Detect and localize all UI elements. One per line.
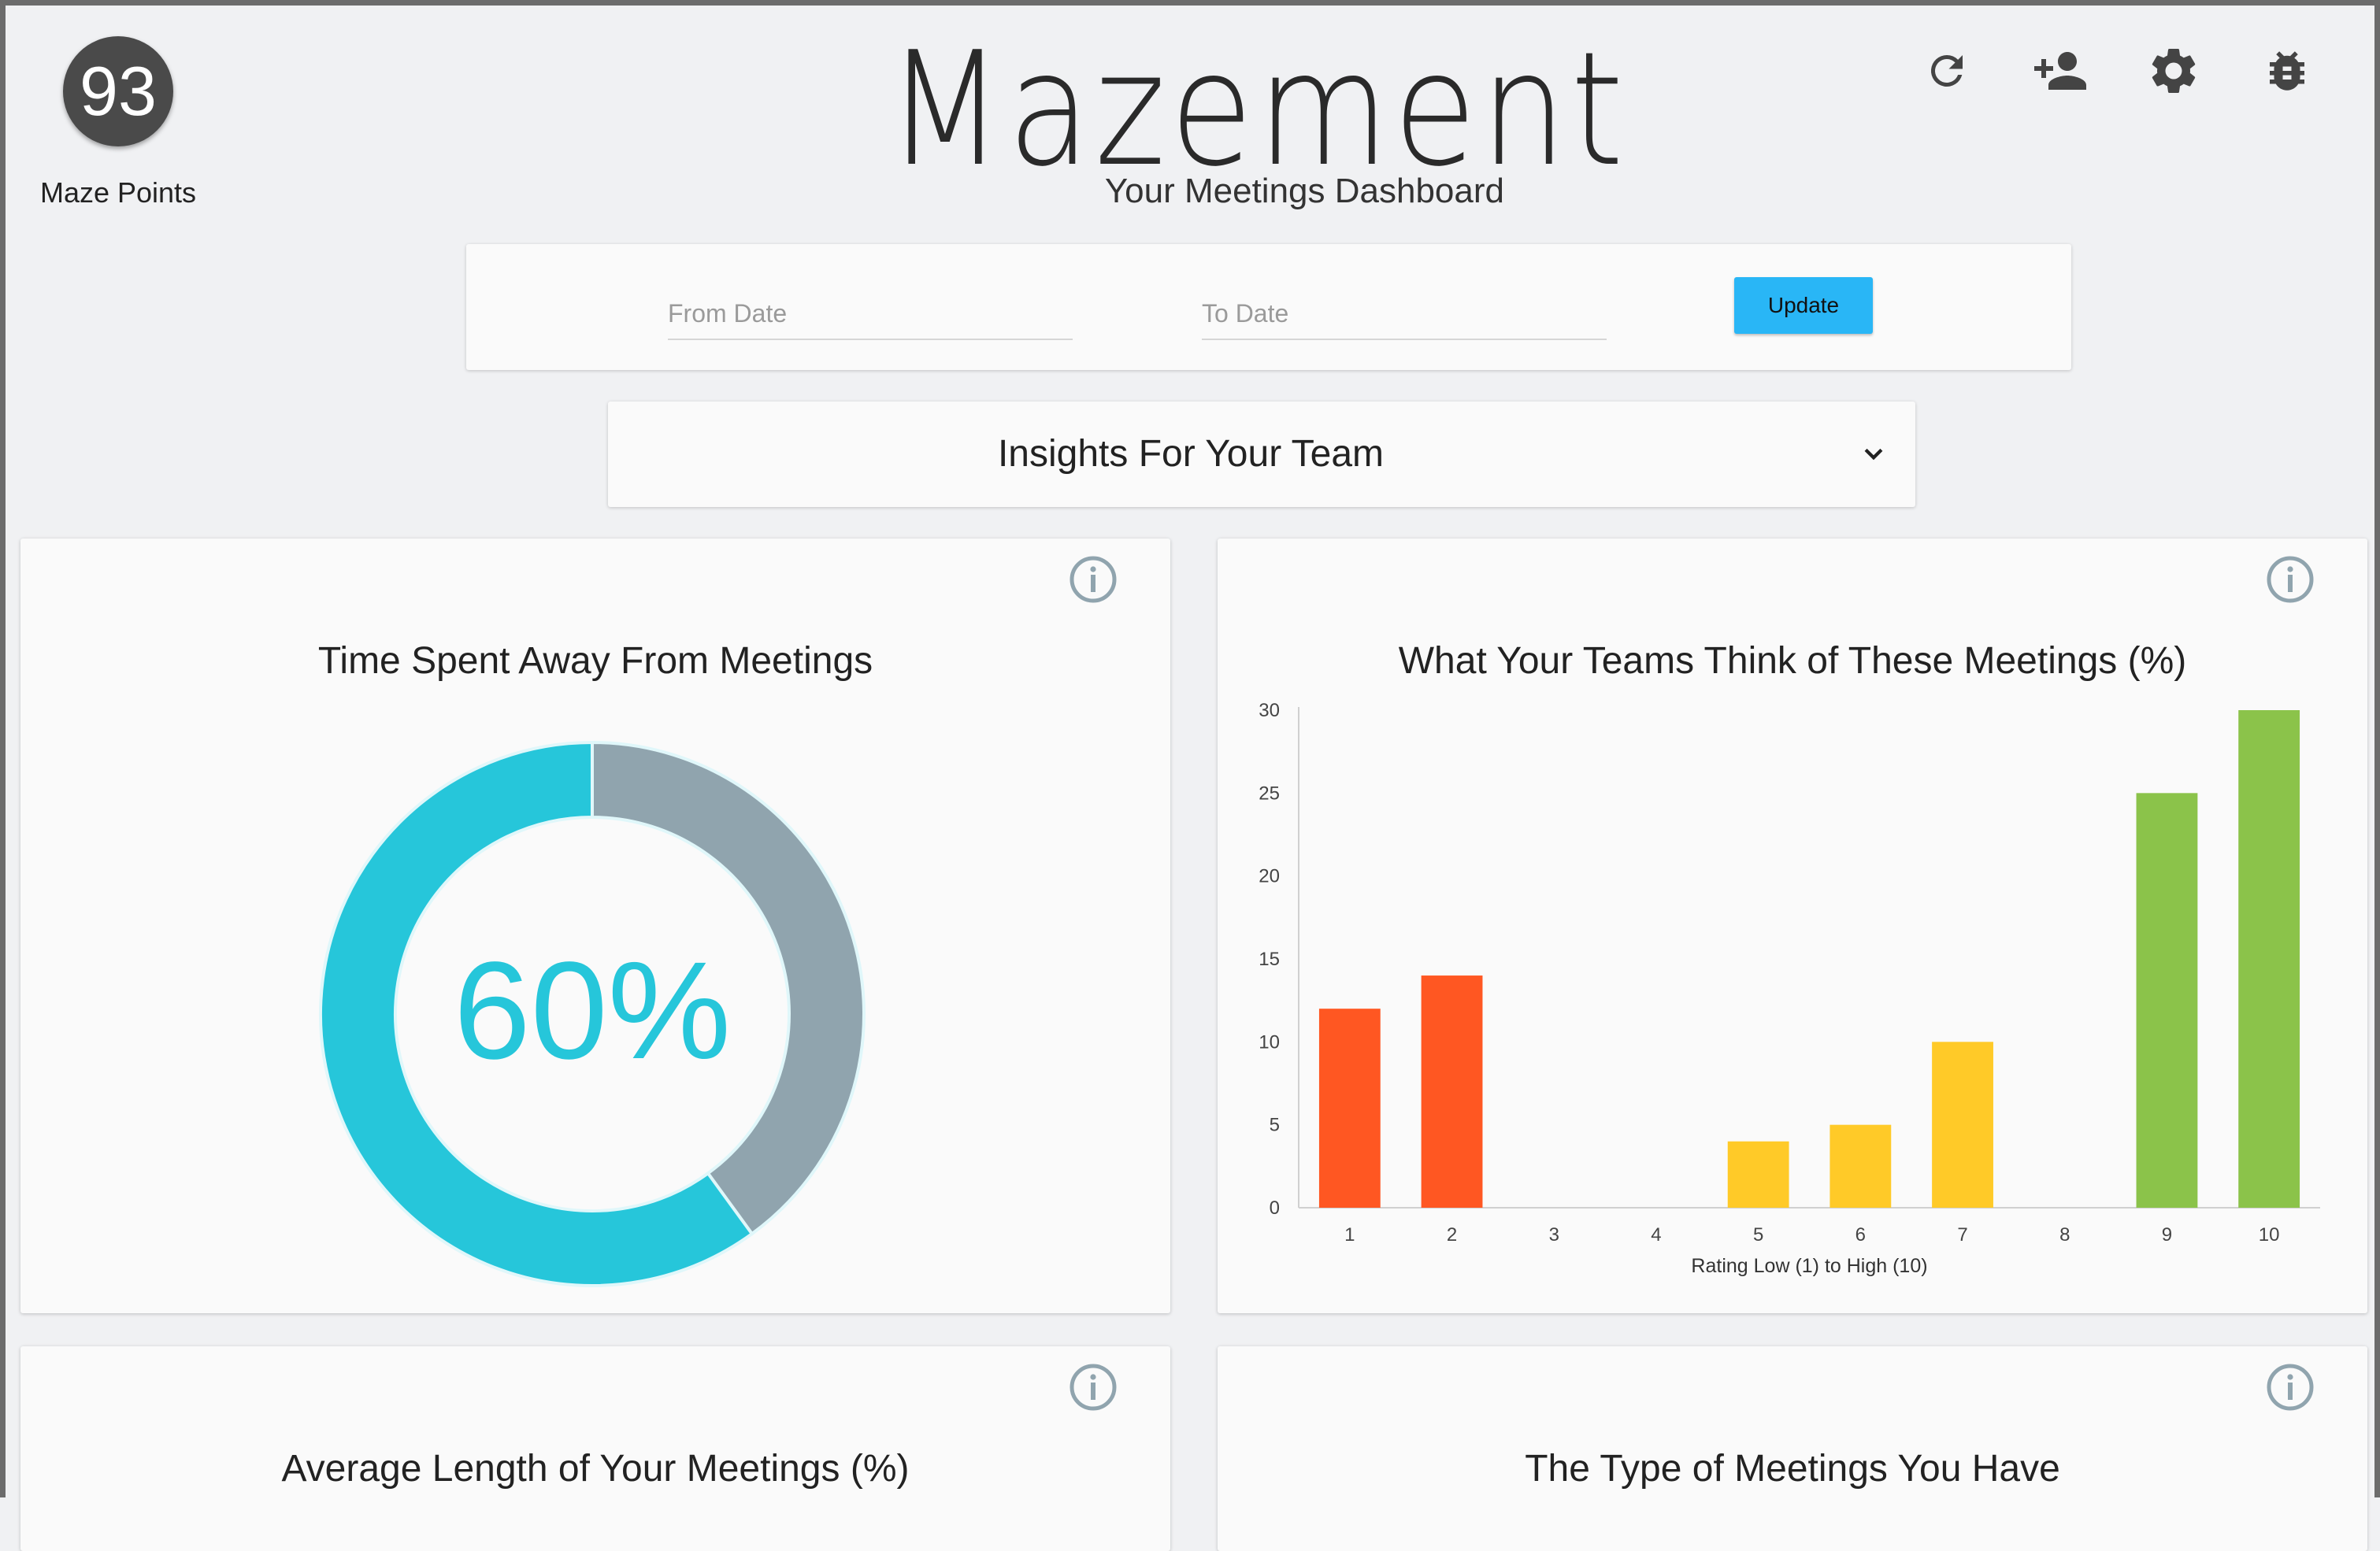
add-user-button[interactable] <box>2030 41 2090 101</box>
chevron-down-icon <box>1864 448 1883 461</box>
info-icon[interactable] <box>1068 1362 1118 1412</box>
time-away-donut: 60% <box>319 740 866 1287</box>
insights-dropdown-label: Insights For Your Team <box>997 433 1385 475</box>
maze-points-value: 93 <box>80 52 157 130</box>
y-tick-label: 20 <box>1259 866 1280 887</box>
to-date-input[interactable] <box>1202 299 1607 328</box>
page-subtitle: Your Meetings Dashboard <box>1104 172 1504 210</box>
gear-icon <box>2152 48 2196 93</box>
bar-rating-10 <box>2238 710 2300 1208</box>
bar-rating-9 <box>2136 793 2198 1208</box>
x-tick-label: 7 <box>1957 1224 1967 1246</box>
x-tick-label: 10 <box>2259 1224 2280 1246</box>
to-date-field <box>1202 291 1607 340</box>
maze-points-label: Maze Points <box>39 176 197 209</box>
donut-center-percent: 60% <box>454 934 731 1088</box>
x-tick-label: 9 <box>2162 1224 2172 1246</box>
settings-button[interactable] <box>2144 41 2204 101</box>
info-icon[interactable] <box>2265 1362 2315 1412</box>
info-icon[interactable] <box>1068 554 1118 605</box>
x-tick-label: 4 <box>1651 1224 1661 1246</box>
bar-rating-1 <box>1318 1009 1381 1208</box>
maze-points-badge: 93 <box>63 36 173 146</box>
from-date-field <box>668 291 1073 340</box>
x-tick-label: 2 <box>1447 1224 1457 1246</box>
bar-rating-6 <box>1829 1124 1892 1208</box>
bar-rating-5 <box>1727 1141 1789 1208</box>
time-away-card: Time Spent Away From Meetings 60% <box>20 539 1170 1313</box>
update-button[interactable]: Update <box>1734 277 1873 334</box>
avg-length-title: Average Length of Your Meetings (%) <box>281 1448 910 1490</box>
y-tick-label: 0 <box>1270 1197 1280 1219</box>
y-tick-label: 25 <box>1259 783 1280 804</box>
time-away-title: Time Spent Away From Meetings <box>317 640 873 682</box>
bar-rating-7 <box>1932 1042 1993 1208</box>
avg-length-card: Average Length of Your Meetings (%) <box>20 1346 1170 1551</box>
report-bug-button[interactable] <box>2257 41 2317 101</box>
x-tick-label: 1 <box>1344 1224 1355 1246</box>
date-filter-card: Update <box>466 244 2071 370</box>
refresh-icon <box>1930 54 1963 87</box>
ratings-bar-chart: 0 5 10 15 20 25 30 1 2 3 4 5 6 7 8 9 10 Rating Low (1) to… <box>1259 700 2320 1277</box>
y-tick-label: 10 <box>1259 1031 1280 1053</box>
x-tick-label: 6 <box>1855 1224 1866 1246</box>
x-axis-label: Rating Low (1) to High (10) <box>1691 1255 1927 1277</box>
ratings-card: What Your Teams Think of These Meetings … <box>1218 539 2367 1313</box>
app-title: Mazement <box>886 18 1628 202</box>
insights-dropdown[interactable]: Insights For Your Team <box>608 402 1915 507</box>
x-tick-label: 3 <box>1549 1224 1559 1246</box>
from-date-input[interactable] <box>668 299 1073 328</box>
add-person-icon <box>2034 52 2086 90</box>
y-tick-label: 5 <box>1270 1115 1280 1136</box>
bar-rating-2 <box>1421 975 1483 1208</box>
bug-icon <box>2270 51 2304 91</box>
x-tick-label: 5 <box>1753 1224 1763 1246</box>
meeting-types-title: The Type of Meetings You Have <box>1525 1448 2060 1490</box>
y-tick-label: 15 <box>1259 949 1280 970</box>
y-tick-label: 30 <box>1259 700 1280 721</box>
meeting-types-card: The Type of Meetings You Have <box>1218 1346 2367 1551</box>
x-tick-label: 8 <box>2059 1224 2070 1246</box>
refresh-button[interactable] <box>1917 41 1977 101</box>
